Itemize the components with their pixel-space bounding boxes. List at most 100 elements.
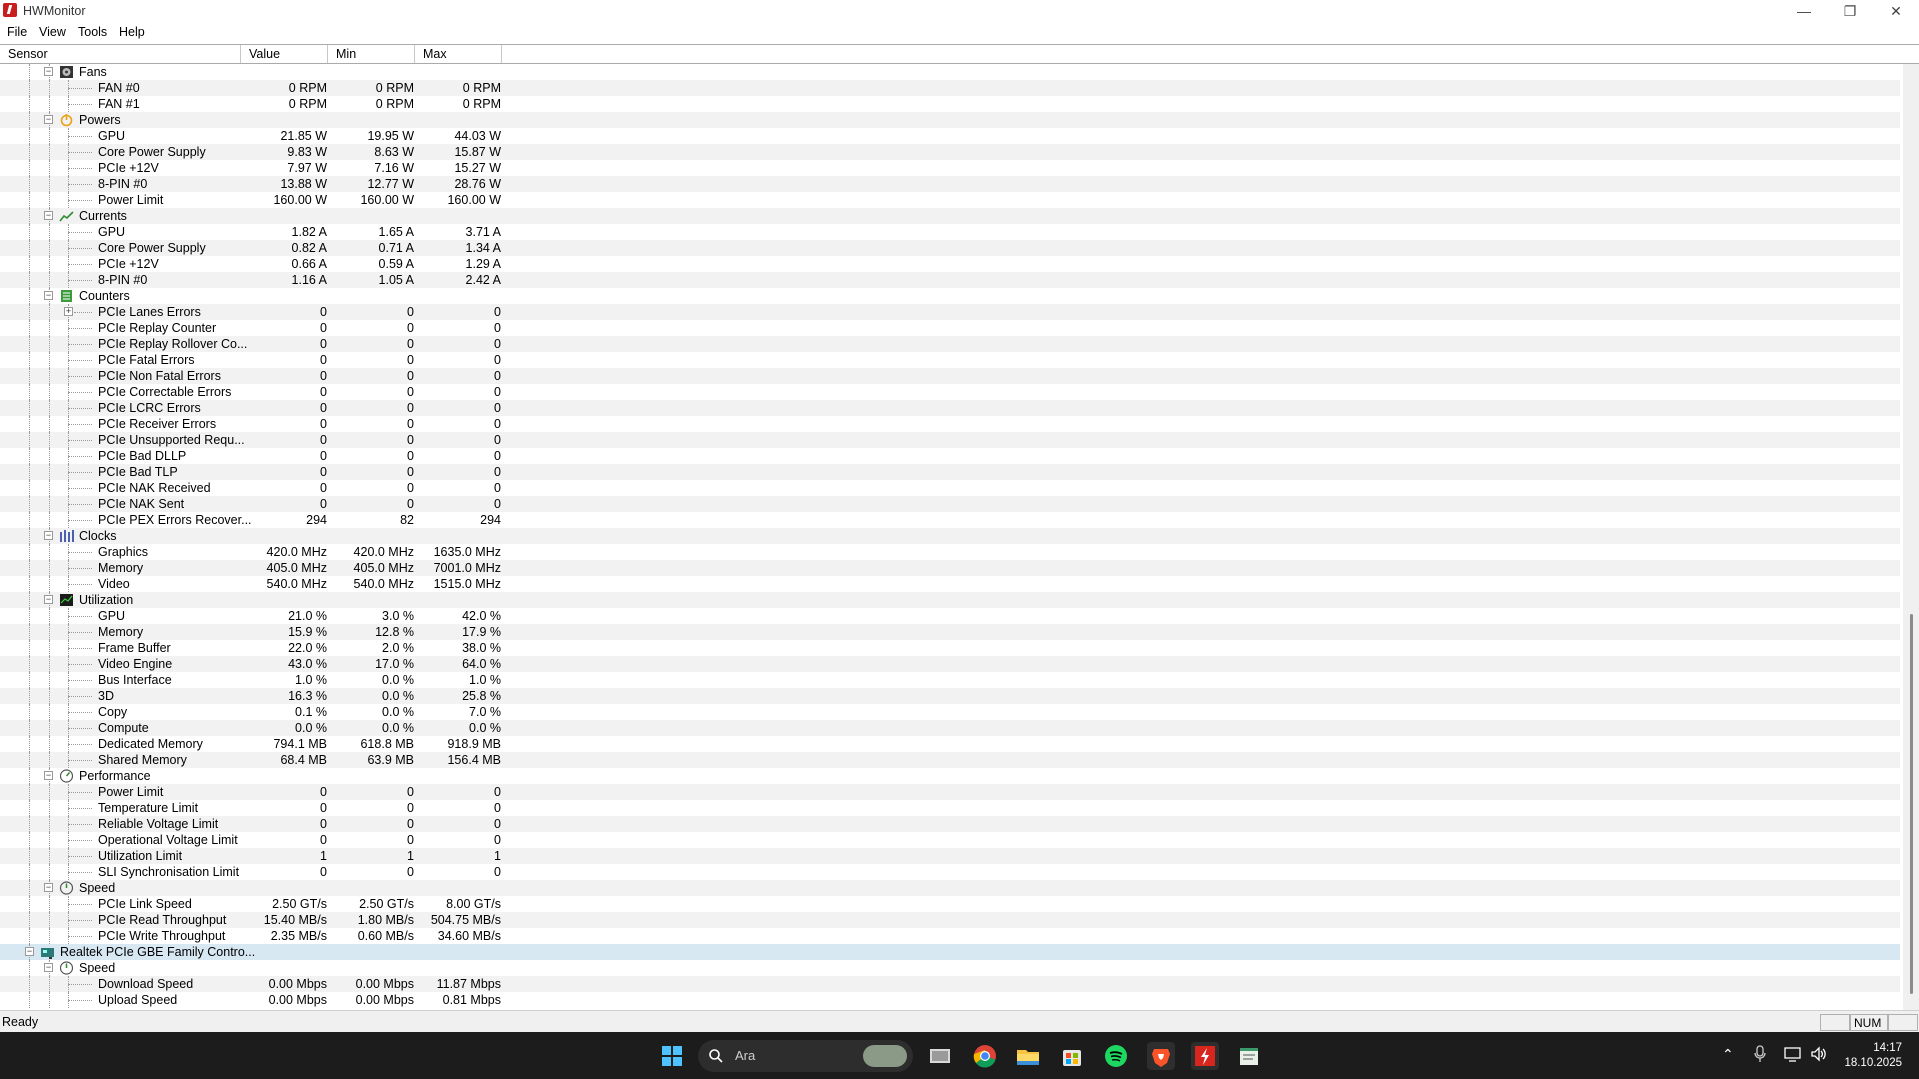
collapse-icon[interactable]: −: [44, 211, 53, 220]
collapse-icon[interactable]: −: [25, 947, 34, 956]
sensor-row[interactable]: PCIe Replay Rollover Co... 0 0 0: [0, 336, 1900, 352]
sensor-row[interactable]: GPU 1.82 A 1.65 A 3.71 A: [0, 224, 1900, 240]
microphone-icon[interactable]: [1754, 1045, 1766, 1063]
collapse-icon[interactable]: −: [44, 883, 53, 892]
sensor-row[interactable]: 8-PIN #0 1.16 A 1.05 A 2.42 A: [0, 272, 1900, 288]
sensor-tree[interactable]: − Fans FAN #0 0 RPM 0 RPM 0 RPM FAN #1 0 RPM 0 R…: [0, 64, 1900, 1010]
sensor-row[interactable]: + PCIe Lanes Errors 0 0 0: [0, 304, 1900, 320]
sensor-row[interactable]: PCIe Write Throughput 2.35 MB/s 0.60 MB/s 3…: [0, 928, 1900, 944]
group-row[interactable]: − Speed: [0, 880, 1900, 896]
group-row[interactable]: − Performance: [0, 768, 1900, 784]
column-sensor[interactable]: Sensor: [0, 45, 241, 63]
network-icon[interactable]: [1784, 1045, 1802, 1063]
chevron-up-icon[interactable]: ⌃: [1722, 1046, 1734, 1063]
group-row[interactable]: − Counters: [0, 288, 1900, 304]
group-row[interactable]: − Fans: [0, 64, 1900, 80]
task-view-icon[interactable]: [926, 1042, 954, 1070]
group-row[interactable]: − Speed: [0, 960, 1900, 976]
group-row[interactable]: − Clocks: [0, 528, 1900, 544]
sensor-row[interactable]: Shared Memory 68.4 MB 63.9 MB 156.4 MB: [0, 752, 1900, 768]
sensor-row[interactable]: Temperature Limit 0 0 0: [0, 800, 1900, 816]
hwmonitor-icon[interactable]: [1191, 1042, 1219, 1070]
sensor-row[interactable]: Download Speed 0.00 Mbps 0.00 Mbps 11.87 Mb…: [0, 976, 1900, 992]
sensor-row[interactable]: Bus Interface 1.0 % 0.0 % 1.0 %: [0, 672, 1900, 688]
volume-icon[interactable]: [1810, 1045, 1828, 1063]
sensor-row[interactable]: SLI Synchronisation Limit 0 0 0: [0, 864, 1900, 880]
sensor-row[interactable]: Compute 0.0 % 0.0 % 0.0 %: [0, 720, 1900, 736]
sensor-row[interactable]: PCIe Non Fatal Errors 0 0 0: [0, 368, 1900, 384]
column-max[interactable]: Max: [415, 45, 502, 63]
expand-icon[interactable]: +: [64, 307, 73, 316]
sensor-row[interactable]: Frame Buffer 22.0 % 2.0 % 38.0 %: [0, 640, 1900, 656]
sensor-row[interactable]: GPU 21.0 % 3.0 % 42.0 %: [0, 608, 1900, 624]
collapse-icon[interactable]: −: [44, 531, 53, 540]
sensor-row[interactable]: PCIe +12V 7.97 W 7.16 W 15.27 W: [0, 160, 1900, 176]
restore-icon[interactable]: ❐: [1827, 0, 1873, 22]
sensor-row[interactable]: PCIe LCRC Errors 0 0 0: [0, 400, 1900, 416]
close-icon[interactable]: ✕: [1873, 0, 1919, 22]
menu-help[interactable]: Help: [119, 25, 145, 39]
sensor-row[interactable]: PCIe PEX Errors Recover... 294 82 294: [0, 512, 1900, 528]
group-row[interactable]: − Powers: [0, 112, 1900, 128]
sensor-row[interactable]: PCIe Fatal Errors 0 0 0: [0, 352, 1900, 368]
sensor-row[interactable]: Core Power Supply 9.83 W 8.63 W 15.87 W: [0, 144, 1900, 160]
collapse-icon[interactable]: −: [44, 595, 53, 604]
column-value[interactable]: Value: [241, 45, 328, 63]
sensor-row[interactable]: Graphics 420.0 MHz 420.0 MHz 1635.0 MHz: [0, 544, 1900, 560]
sensor-row[interactable]: Video 540.0 MHz 540.0 MHz 1515.0 MHz: [0, 576, 1900, 592]
sensor-row[interactable]: Dedicated Memory 794.1 MB 618.8 MB 918.9 MB: [0, 736, 1900, 752]
vertical-scrollbar[interactable]: [1903, 64, 1919, 1010]
sensor-row[interactable]: Power Limit 160.00 W 160.00 W 160.00 W: [0, 192, 1900, 208]
menu-file[interactable]: File: [7, 25, 27, 39]
sensor-row[interactable]: PCIe Link Speed 2.50 GT/s 2.50 GT/s 8.00 GT…: [0, 896, 1900, 912]
sensor-row[interactable]: Upload Speed 0.00 Mbps 0.00 Mbps 0.81 Mbps: [0, 992, 1900, 1008]
sensor-row[interactable]: FAN #1 0 RPM 0 RPM 0 RPM: [0, 96, 1900, 112]
sensor-row[interactable]: PCIe Receiver Errors 0 0 0: [0, 416, 1900, 432]
chrome-icon[interactable]: [971, 1042, 999, 1070]
sensor-row[interactable]: GPU 21.85 W 19.95 W 44.03 W: [0, 128, 1900, 144]
file-explorer-icon[interactable]: [1014, 1042, 1042, 1070]
status-text: Ready: [2, 1015, 39, 1029]
sensor-row[interactable]: Memory 15.9 % 12.8 % 17.9 %: [0, 624, 1900, 640]
sensor-row[interactable]: PCIe +12V 0.66 A 0.59 A 1.29 A: [0, 256, 1900, 272]
group-row[interactable]: − Utilization: [0, 592, 1900, 608]
sensor-row[interactable]: Utilization Limit 1 1 1: [0, 848, 1900, 864]
collapse-icon[interactable]: −: [44, 291, 53, 300]
sensor-row[interactable]: PCIe Correctable Errors 0 0 0: [0, 384, 1900, 400]
sensor-row[interactable]: 8-PIN #0 13.88 W 12.77 W 28.76 W: [0, 176, 1900, 192]
system-clock[interactable]: 14:17 18.10.2025: [1830, 1041, 1902, 1071]
column-min[interactable]: Min: [328, 45, 415, 63]
sensor-row[interactable]: PCIe Read Throughput 15.40 MB/s 1.80 MB/s 5…: [0, 912, 1900, 928]
sensor-row[interactable]: Memory 405.0 MHz 405.0 MHz 7001.0 MHz: [0, 560, 1900, 576]
brave-icon[interactable]: [1147, 1042, 1175, 1070]
store-icon[interactable]: [1058, 1042, 1086, 1070]
collapse-icon[interactable]: −: [44, 115, 53, 124]
sensor-row[interactable]: PCIe Bad TLP 0 0 0: [0, 464, 1900, 480]
collapse-icon[interactable]: −: [44, 67, 53, 76]
sensor-row[interactable]: Copy 0.1 % 0.0 % 7.0 %: [0, 704, 1900, 720]
sensor-row[interactable]: Core Power Supply 0.82 A 0.71 A 1.34 A: [0, 240, 1900, 256]
sensor-row[interactable]: PCIe Unsupported Requ... 0 0 0: [0, 432, 1900, 448]
menu-view[interactable]: View: [39, 25, 66, 39]
group-row[interactable]: − Currents: [0, 208, 1900, 224]
sensor-row[interactable]: Reliable Voltage Limit 0 0 0: [0, 816, 1900, 832]
sensor-row[interactable]: FAN #0 0 RPM 0 RPM 0 RPM: [0, 80, 1900, 96]
collapse-icon[interactable]: −: [44, 771, 53, 780]
sensor-row[interactable]: PCIe NAK Sent 0 0 0: [0, 496, 1900, 512]
sensor-row[interactable]: Power Limit 0 0 0: [0, 784, 1900, 800]
taskbar-search-box[interactable]: Ara: [698, 1040, 913, 1072]
collapse-icon[interactable]: −: [44, 963, 53, 972]
notepad-icon[interactable]: [1235, 1042, 1263, 1070]
menu-tools[interactable]: Tools: [78, 25, 107, 39]
sensor-row[interactable]: PCIe NAK Received 0 0 0: [0, 480, 1900, 496]
scrollbar-thumb[interactable]: [1910, 614, 1913, 994]
sensor-row[interactable]: Video Engine 43.0 % 17.0 % 64.0 %: [0, 656, 1900, 672]
minimize-icon[interactable]: —: [1781, 0, 1827, 22]
sensor-row[interactable]: PCIe Bad DLLP 0 0 0: [0, 448, 1900, 464]
sensor-row[interactable]: Operational Voltage Limit 0 0 0: [0, 832, 1900, 848]
windows-start-icon[interactable]: [658, 1042, 686, 1070]
sensor-row[interactable]: 3D 16.3 % 0.0 % 25.8 %: [0, 688, 1900, 704]
device-row[interactable]: − Realtek PCIe GBE Family Contro...: [0, 944, 1900, 960]
spotify-icon[interactable]: [1102, 1042, 1130, 1070]
sensor-row[interactable]: PCIe Replay Counter 0 0 0: [0, 320, 1900, 336]
